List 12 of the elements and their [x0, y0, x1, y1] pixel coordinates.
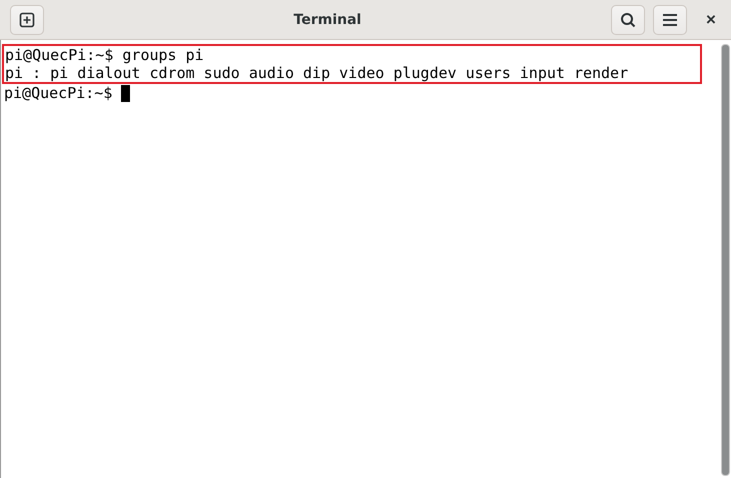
new-tab-button[interactable]	[10, 4, 44, 34]
scrollbar[interactable]	[721, 44, 730, 476]
search-icon	[620, 12, 636, 28]
close-button[interactable]: ×	[699, 10, 723, 30]
terminal-prompt: pi@QuecPi:~$	[4, 84, 112, 102]
window-title: Terminal	[292, 12, 362, 28]
terminal-line: pi : pi dialout cdrom sudo audio dip video plugdev users input render	[5, 64, 628, 82]
plus-square-icon	[19, 12, 35, 28]
terminal-line: pi@QuecPi:~$ groups pi	[5, 46, 204, 64]
menu-button[interactable]	[653, 4, 687, 34]
search-button[interactable]	[611, 4, 645, 34]
menu-icon	[662, 12, 678, 26]
